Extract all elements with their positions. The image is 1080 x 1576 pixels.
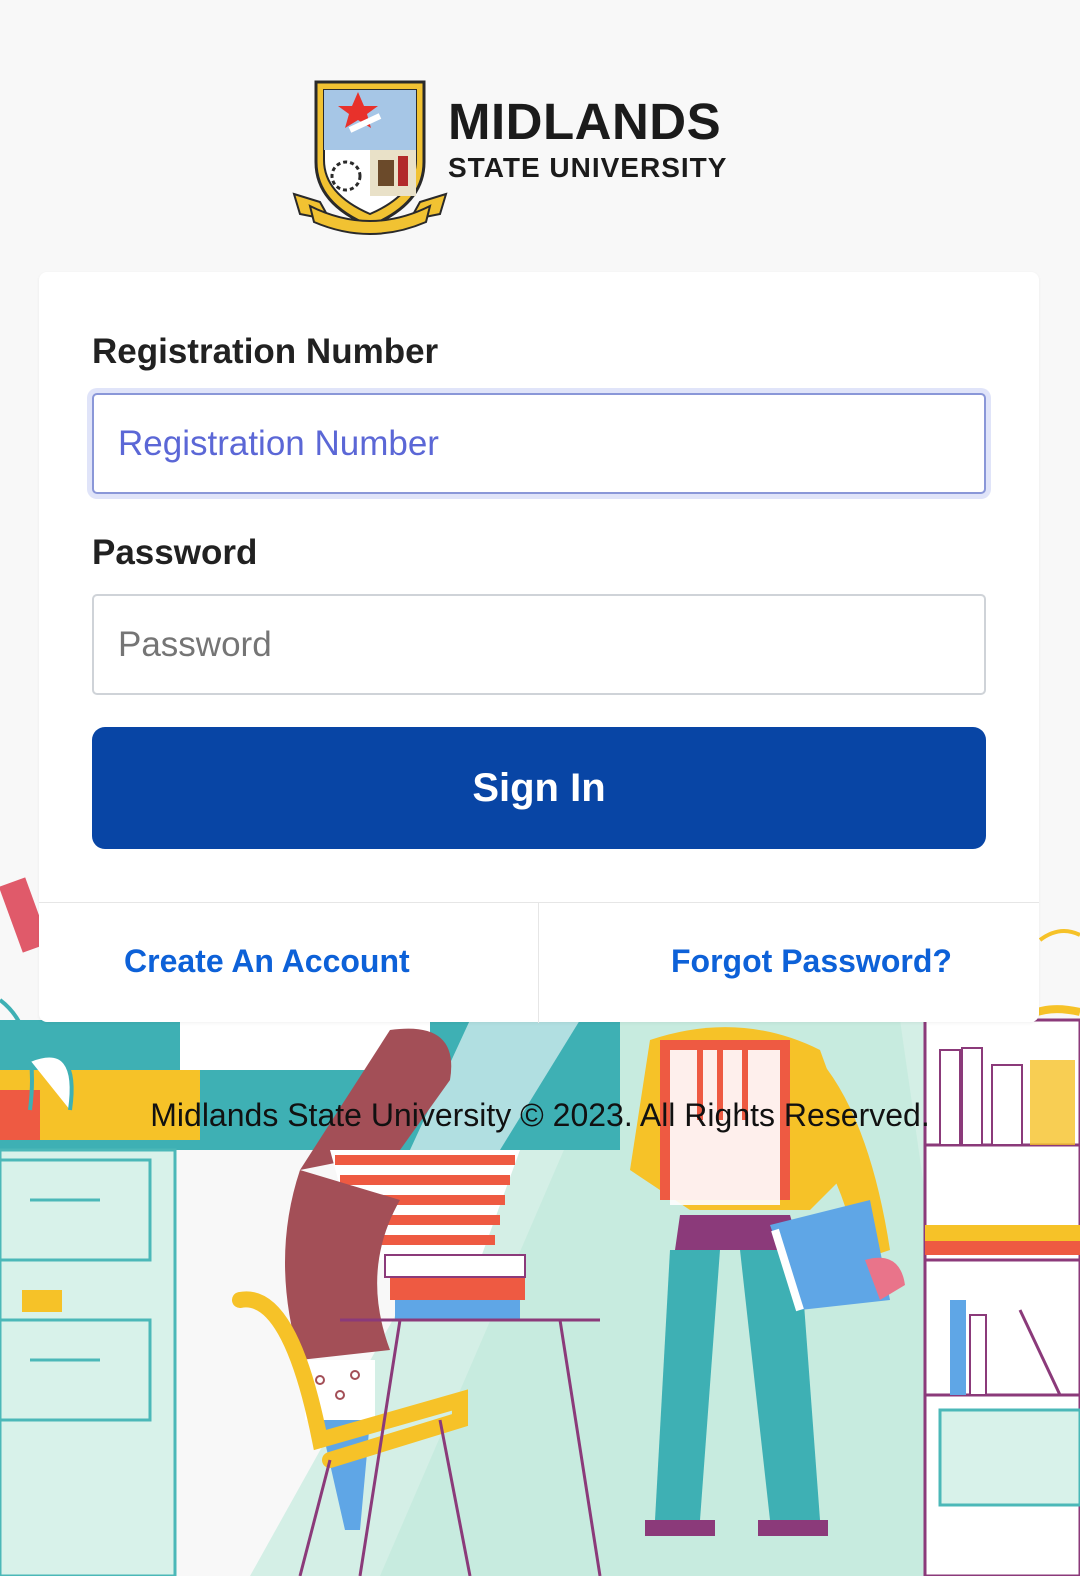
logo-subtitle: STATE UNIVERSITY — [448, 152, 728, 183]
sign-in-button[interactable]: Sign In — [92, 727, 986, 849]
registration-number-input[interactable] — [92, 393, 986, 494]
create-account-link[interactable]: Create An Account — [124, 943, 410, 980]
university-crest — [292, 80, 448, 235]
university-logo: MIDLANDS STATE UNIVERSITY — [290, 76, 790, 236]
registration-number-label: Registration Number — [92, 332, 439, 371]
logo-title: MIDLANDS — [448, 93, 722, 150]
footer-divider — [538, 903, 539, 1023]
login-card: Registration Number Password Sign In Cre… — [39, 272, 1039, 1023]
forgot-password-link[interactable]: Forgot Password? — [671, 943, 952, 980]
copyright-text: Midlands State University © 2023. All Ri… — [150, 1097, 930, 1133]
password-label: Password — [92, 533, 258, 572]
password-input[interactable] — [92, 594, 986, 695]
card-footer: Create An Account Forgot Password? — [39, 902, 1039, 1023]
